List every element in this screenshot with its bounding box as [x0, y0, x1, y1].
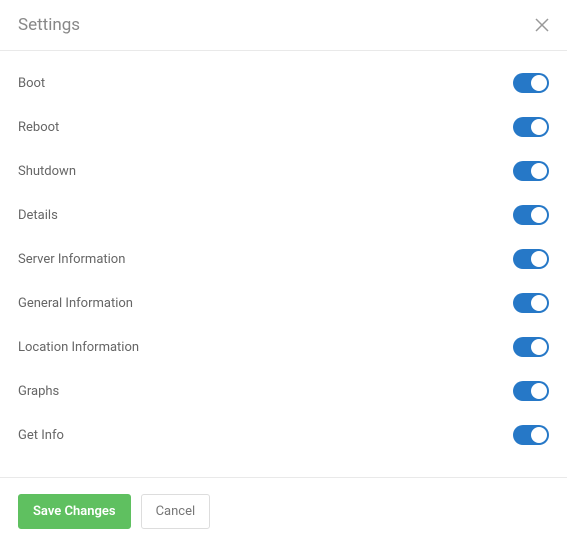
setting-label: Shutdown [18, 164, 76, 179]
toggle-knob [531, 119, 547, 135]
close-icon [535, 18, 549, 32]
toggle-knob [531, 383, 547, 399]
setting-label: Graphs [18, 384, 59, 399]
toggle-location-information[interactable] [513, 337, 549, 357]
setting-label: Details [18, 208, 58, 223]
close-button[interactable] [535, 18, 549, 32]
setting-row-reboot: Reboot [18, 105, 549, 149]
setting-row-details: Details [18, 193, 549, 237]
toggle-knob [531, 427, 547, 443]
toggle-knob [531, 207, 547, 223]
setting-row-general-information: General Information [18, 281, 549, 325]
setting-label: Reboot [18, 120, 59, 135]
setting-label: Server Information [18, 252, 125, 267]
save-button[interactable]: Save Changes [18, 494, 131, 529]
setting-row-get-info: Get Info [18, 413, 549, 457]
setting-row-boot: Boot [18, 61, 549, 105]
modal-header: Settings [0, 0, 567, 51]
modal-body: Boot Reboot Shutdown Details Server Info… [0, 51, 567, 477]
cancel-button[interactable]: Cancel [141, 494, 211, 529]
toggle-knob [531, 251, 547, 267]
toggle-shutdown[interactable] [513, 161, 549, 181]
setting-row-graphs: Graphs [18, 369, 549, 413]
toggle-get-info[interactable] [513, 425, 549, 445]
toggle-knob [531, 163, 547, 179]
toggle-details[interactable] [513, 205, 549, 225]
setting-row-shutdown: Shutdown [18, 149, 549, 193]
setting-label: Boot [18, 76, 45, 91]
modal-title: Settings [18, 15, 80, 35]
toggle-knob [531, 339, 547, 355]
toggle-reboot[interactable] [513, 117, 549, 137]
setting-label: Get Info [18, 428, 64, 443]
setting-label: Location Information [18, 340, 139, 355]
modal-footer: Save Changes Cancel [0, 477, 567, 545]
setting-row-server-information: Server Information [18, 237, 549, 281]
setting-row-location-information: Location Information [18, 325, 549, 369]
toggle-knob [531, 295, 547, 311]
toggle-boot[interactable] [513, 73, 549, 93]
toggle-knob [531, 75, 547, 91]
setting-label: General Information [18, 296, 133, 311]
toggle-graphs[interactable] [513, 381, 549, 401]
toggle-general-information[interactable] [513, 293, 549, 313]
toggle-server-information[interactable] [513, 249, 549, 269]
